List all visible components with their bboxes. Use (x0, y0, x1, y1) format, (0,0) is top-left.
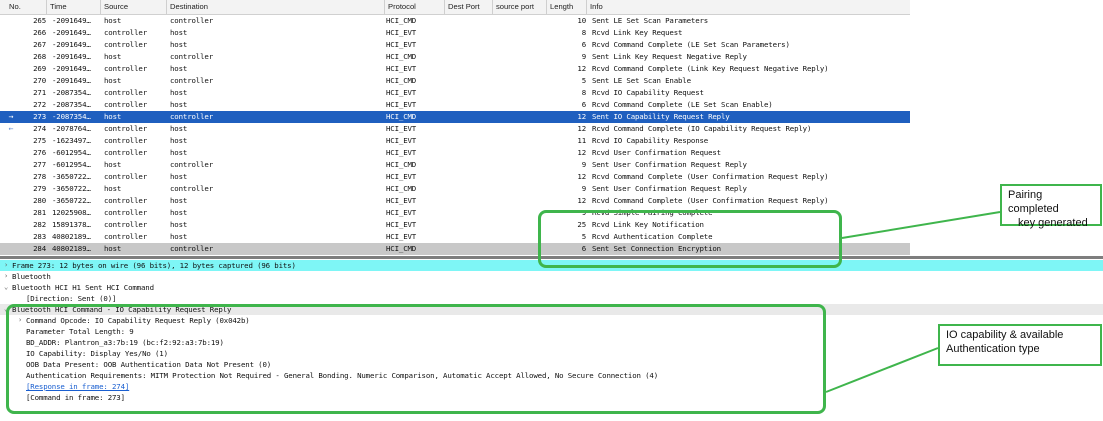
pairing-connector-line (841, 211, 1001, 239)
pairing-callout-line1: Pairing completed (1008, 189, 1059, 215)
io-callout: IO capability & available Authentication… (938, 324, 1102, 366)
pairing-callout: Pairing completed key generated (1000, 184, 1102, 229)
io-connector-line (825, 347, 939, 393)
io-callout-line1: IO capability & available (946, 329, 1064, 341)
pairing-callout-line2: key generated (1018, 217, 1088, 229)
io-callout-line2: Authentication type (946, 343, 1040, 355)
